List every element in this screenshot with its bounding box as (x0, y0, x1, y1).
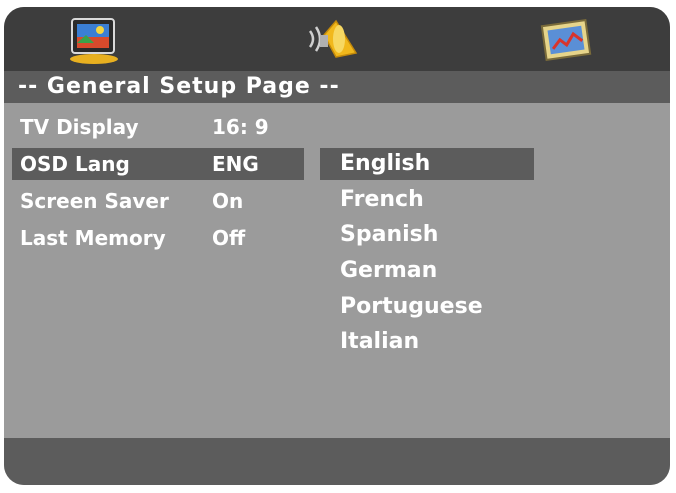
menu-item-tv-display[interactable]: TV Display 16: 9 (12, 111, 304, 143)
picture-video-icon (540, 18, 592, 62)
menu-item-label: Last Memory (20, 226, 166, 250)
status-footer (4, 438, 670, 485)
language-option-spanish[interactable]: Spanish (320, 219, 534, 251)
page-title: -- General Setup Page -- (4, 71, 670, 103)
tab-bar (4, 7, 670, 71)
tab-video-setup[interactable] (538, 13, 596, 65)
settings-panel: TV Display 16: 9 OSD Lang ENG Screen Sav… (4, 103, 670, 438)
menu-item-value: 16: 9 (212, 115, 269, 139)
language-option-french[interactable]: French (320, 184, 534, 216)
osd-setup-screen: -- General Setup Page -- TV Display 16: … (4, 7, 670, 485)
menu-item-value: On (212, 189, 244, 213)
language-option-portuguese[interactable]: Portuguese (320, 291, 534, 323)
menu-item-label: Screen Saver (20, 189, 169, 213)
menu-item-value: Off (212, 226, 246, 250)
language-option-english[interactable]: English (320, 148, 534, 180)
tv-display-icon (70, 18, 118, 64)
tab-audio-setup[interactable] (306, 13, 364, 65)
menu-item-value: ENG (212, 152, 259, 176)
menu-item-label: TV Display (20, 115, 139, 139)
language-option-german[interactable]: German (320, 255, 534, 287)
speaker-audio-icon (308, 19, 358, 58)
menu-item-last-memory[interactable]: Last Memory Off (12, 222, 304, 254)
menu-item-osd-lang[interactable]: OSD Lang ENG (12, 148, 304, 180)
language-option-italian[interactable]: Italian (320, 326, 534, 358)
tab-general-setup[interactable] (64, 13, 122, 65)
menu-item-label: OSD Lang (20, 152, 130, 176)
menu-item-screen-saver[interactable]: Screen Saver On (12, 185, 304, 217)
